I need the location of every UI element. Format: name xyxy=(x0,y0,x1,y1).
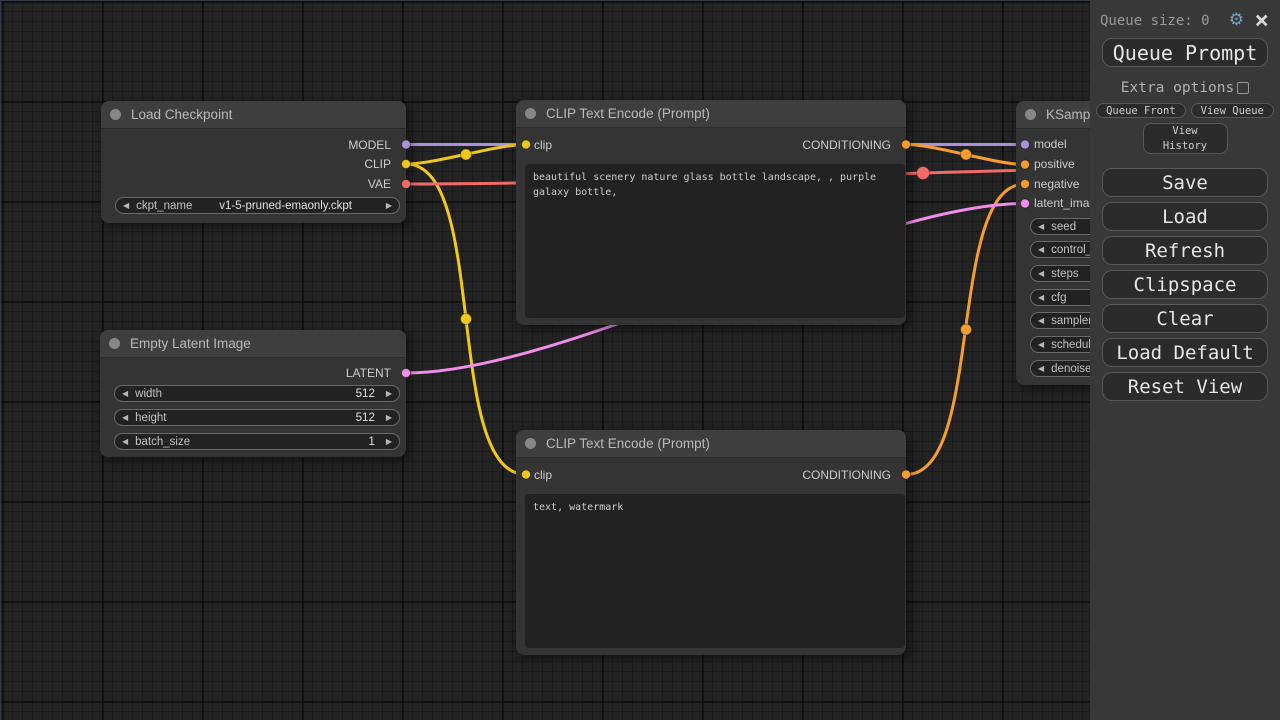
node-title-bar[interactable]: CLIP Text Encode (Prompt) xyxy=(516,100,906,128)
widget-value: 512 xyxy=(356,388,375,400)
widget-left-arrow[interactable]: ◀ xyxy=(1031,266,1051,281)
output-label-clip: CLIP xyxy=(364,157,391,171)
widget-left-arrow[interactable]: ◀ xyxy=(1031,361,1051,376)
clear-button[interactable]: Clear xyxy=(1102,304,1268,333)
widget-left-arrow[interactable]: ◀ xyxy=(116,198,136,213)
widget-label: denoise xyxy=(1051,363,1091,375)
view-history-button[interactable]: View History xyxy=(1143,123,1228,154)
input-label-clip: clip xyxy=(534,138,552,152)
widget-label: seed xyxy=(1051,221,1076,233)
widget-left-arrow[interactable]: ◀ xyxy=(1031,337,1051,352)
comfy-menu: Queue size: 0 ⚙ × Queue Prompt Extra opt… xyxy=(1090,0,1280,720)
output-label-model: MODEL xyxy=(348,138,391,152)
settings-gear-icon[interactable]: ⚙ xyxy=(1229,10,1244,30)
load-default-button[interactable]: Load Default xyxy=(1102,338,1268,367)
input-label-model: model xyxy=(1034,137,1067,151)
extra-options-label: Extra options xyxy=(1121,80,1235,96)
node-title: Load Checkpoint xyxy=(131,107,232,122)
widget-left-arrow[interactable]: ◀ xyxy=(115,386,135,401)
widget-label: steps xyxy=(1051,268,1079,280)
collapse-dot[interactable] xyxy=(1025,109,1036,120)
output-label-conditioning: CONDITIONING xyxy=(802,468,891,482)
node-title-bar[interactable]: CLIP Text Encode (Prompt) xyxy=(516,430,906,458)
queue-size-label: Queue size: 0 xyxy=(1100,13,1210,29)
widget-left-arrow[interactable]: ◀ xyxy=(1031,242,1051,257)
node-title: CLIP Text Encode (Prompt) xyxy=(546,106,710,121)
input-label-positive: positive xyxy=(1034,157,1075,171)
close-icon[interactable]: × xyxy=(1255,6,1269,34)
node-title-bar[interactable]: Load Checkpoint xyxy=(101,101,406,129)
widget-right-arrow[interactable]: ▶ xyxy=(379,410,399,425)
widget-width[interactable]: ◀ width 512 ▶ xyxy=(114,385,400,402)
widget-left-arrow[interactable]: ◀ xyxy=(1031,290,1051,305)
widget-label: height xyxy=(135,412,166,424)
widget-height[interactable]: ◀ height 512 ▶ xyxy=(114,409,400,426)
extra-options-checkbox[interactable] xyxy=(1237,82,1249,94)
prompt-text-input[interactable]: beautiful scenery nature glass bottle la… xyxy=(525,164,905,318)
input-label-clip: clip xyxy=(534,468,552,482)
widget-left-arrow[interactable]: ◀ xyxy=(1031,313,1051,328)
widget-value: v1-5-pruned-emaonly.ckpt xyxy=(192,200,378,212)
widget-value: 512 xyxy=(356,412,375,424)
node-clip-text-encode-positive[interactable]: CLIP Text Encode (Prompt) clip CONDITION… xyxy=(516,100,906,325)
load-button[interactable]: Load xyxy=(1102,202,1268,231)
node-title-bar[interactable]: Empty Latent Image xyxy=(100,330,406,358)
prompt-text-input[interactable]: text, watermark xyxy=(525,494,905,648)
reset-view-button[interactable]: Reset View xyxy=(1102,372,1268,401)
widget-right-arrow[interactable]: ▶ xyxy=(379,386,399,401)
clipspace-button[interactable]: Clipspace xyxy=(1102,270,1268,299)
collapse-dot[interactable] xyxy=(110,109,121,120)
save-button[interactable]: Save xyxy=(1102,168,1268,197)
queue-prompt-button[interactable]: Queue Prompt xyxy=(1102,38,1268,67)
node-title: Empty Latent Image xyxy=(130,336,251,351)
collapse-dot[interactable] xyxy=(109,338,120,349)
widget-value: 1 xyxy=(368,436,374,448)
node-clip-text-encode-negative[interactable]: CLIP Text Encode (Prompt) clip CONDITION… xyxy=(516,430,906,655)
collapse-dot[interactable] xyxy=(525,108,536,119)
widget-right-arrow[interactable]: ▶ xyxy=(379,198,399,213)
collapse-dot[interactable] xyxy=(525,438,536,449)
output-label-latent: LATENT xyxy=(346,366,391,380)
node-title: CLIP Text Encode (Prompt) xyxy=(546,436,710,451)
output-label-conditioning: CONDITIONING xyxy=(802,138,891,152)
widget-label: batch_size xyxy=(135,436,190,448)
queue-front-button[interactable]: Queue Front xyxy=(1096,103,1186,118)
widget-right-arrow[interactable]: ▶ xyxy=(379,434,399,449)
widget-left-arrow[interactable]: ◀ xyxy=(1031,219,1051,234)
view-queue-button[interactable]: View Queue xyxy=(1191,103,1274,118)
widget-left-arrow[interactable]: ◀ xyxy=(115,434,135,449)
widget-ckpt-name[interactable]: ◀ ckpt_name v1-5-pruned-emaonly.ckpt ▶ xyxy=(115,197,400,214)
widget-batch-size[interactable]: ◀ batch_size 1 ▶ xyxy=(114,433,400,450)
node-empty-latent-image[interactable]: Empty Latent Image LATENT ◀ width 512 ▶ … xyxy=(100,330,406,457)
node-load-checkpoint[interactable]: Load Checkpoint MODEL CLIP VAE ◀ ckpt_na… xyxy=(101,101,406,223)
widget-label: width xyxy=(135,388,162,400)
input-label-negative: negative xyxy=(1034,177,1079,191)
widget-label: cfg xyxy=(1051,292,1066,304)
widget-left-arrow[interactable]: ◀ xyxy=(115,410,135,425)
refresh-button[interactable]: Refresh xyxy=(1102,236,1268,265)
output-label-vae: VAE xyxy=(368,177,391,191)
widget-label: ckpt_name xyxy=(136,200,192,212)
